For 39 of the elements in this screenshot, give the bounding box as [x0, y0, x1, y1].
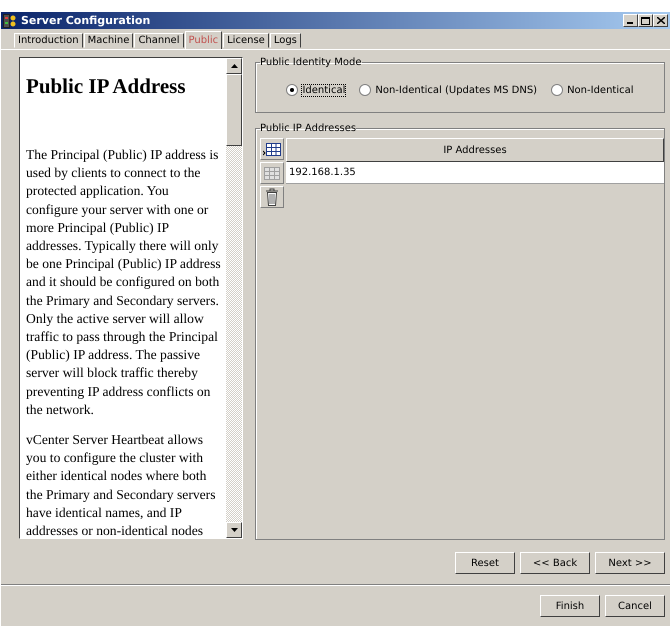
maximize-icon: [641, 16, 650, 24]
close-icon: [656, 17, 664, 24]
scroll-up-icon[interactable]: [230, 64, 238, 68]
toolbar-button[interactable]: [260, 138, 284, 160]
help-heading: Public IP Address: [26, 74, 186, 98]
column-header[interactable]: IP Addresses: [286, 138, 664, 162]
nav-button[interactable]: Reset: [455, 552, 515, 574]
maximize-button[interactable]: [638, 14, 653, 27]
radio-option[interactable]: Non-Identical: [551, 84, 634, 96]
radio-icon[interactable]: [551, 84, 564, 96]
window-title: Server Configuration: [21, 14, 150, 27]
app-icon: [3, 14, 17, 28]
radio-icon[interactable]: [286, 84, 298, 96]
radio-option[interactable]: Non-Identical (Updates MS DNS): [359, 84, 538, 96]
minimize-button[interactable]: [623, 14, 638, 27]
help-paragraph: vCenter Server Heartbeat allows you to configure the cluster with either identical nodes where both the Primary and Secondary servers have identical names, and IP addresses or non-identical nodes: [26, 431, 216, 538]
radio-option[interactable]: Identical: [286, 84, 346, 96]
footer-button[interactable]: Finish: [540, 595, 600, 617]
trash-icon: [265, 188, 279, 206]
footer-button[interactable]: Cancel: [605, 595, 665, 617]
add-row-icon: [263, 142, 281, 156]
close-button[interactable]: [653, 14, 668, 27]
toolbar-button[interactable]: [260, 186, 284, 208]
tab[interactable]: Logs: [270, 33, 301, 48]
scrollbar[interactable]: [226, 58, 242, 538]
nav-button[interactable]: << Back: [520, 552, 590, 574]
radio-icon[interactable]: [359, 84, 372, 96]
remove-row-icon: [263, 166, 281, 180]
nav-button[interactable]: Next >>: [595, 552, 665, 574]
group-title: Public Identity Mode: [260, 57, 362, 68]
scroll-thumb[interactable]: [226, 74, 242, 146]
help-paragraph: The Principal (Public) IP address is used by clients to connect to the protected application. You configure your server with one or more Principal (Public) IP addresses. Typically there will only be one Principal (Public) IP address and it should be configured on both the Primary and Secondary servers. Only the active server will allow traffic to pass through the Principal (Public) IP address. The passive server will block traffic thereby preventing IP address conflicts on the network.: [26, 146, 222, 419]
tab[interactable]: Channel: [134, 33, 184, 48]
tab[interactable]: License: [223, 33, 269, 48]
tab[interactable]: Machine: [84, 33, 134, 48]
table-cell[interactable]: 192.168.1.35: [286, 162, 664, 184]
group-title: Public IP Addresses: [260, 123, 356, 134]
tab[interactable]: Introduction: [14, 33, 83, 48]
scroll-down-icon[interactable]: [230, 528, 238, 532]
